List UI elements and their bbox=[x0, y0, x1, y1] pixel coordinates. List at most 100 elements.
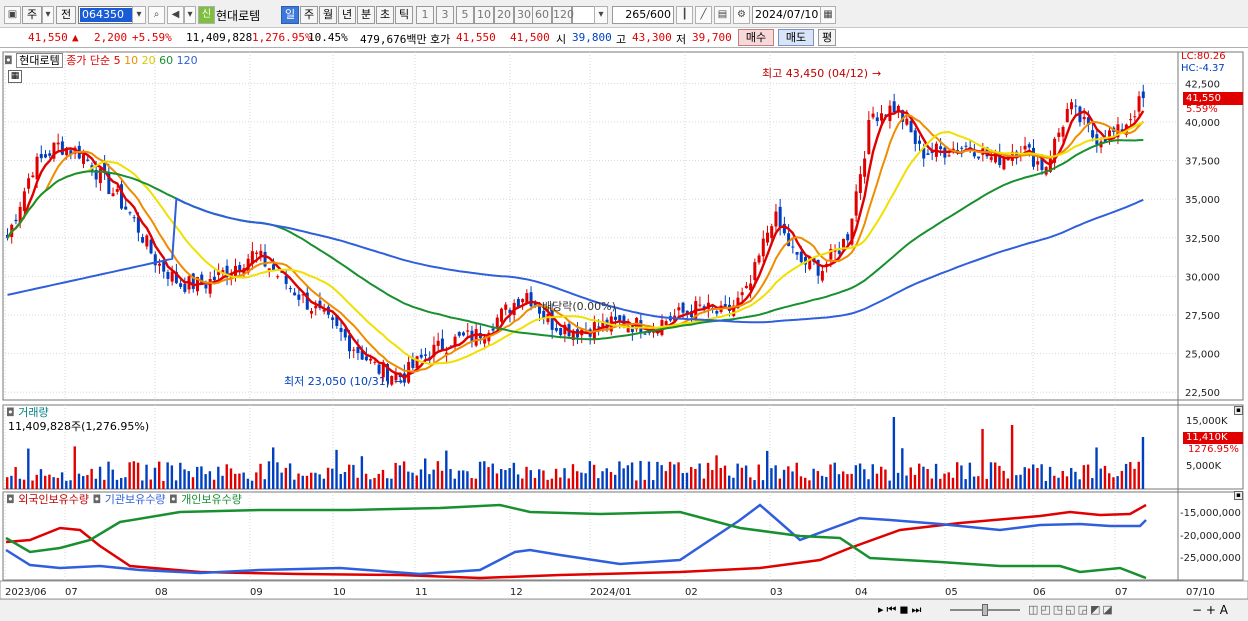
window-icon[interactable]: ▣ bbox=[4, 6, 21, 24]
volume-bar bbox=[1027, 468, 1031, 489]
search-icon[interactable]: ⌕ bbox=[148, 6, 165, 24]
volume-bar bbox=[782, 469, 786, 489]
volume-bar bbox=[1023, 467, 1026, 489]
eval-button[interactable]: 평 bbox=[818, 29, 836, 46]
period-1[interactable]: 1 bbox=[416, 6, 434, 24]
legend-ma20[interactable]: 20 bbox=[142, 54, 156, 67]
tab-월[interactable]: 월 bbox=[319, 6, 337, 24]
volume-bar bbox=[799, 476, 803, 489]
volume-bar bbox=[905, 475, 908, 489]
period-dropdown-icon[interactable]: ▾ bbox=[594, 6, 608, 24]
candle-body bbox=[964, 145, 968, 147]
candle-body bbox=[744, 285, 748, 289]
save-icon[interactable]: ▤ bbox=[714, 6, 731, 24]
scroll-controls[interactable]: ▸⏮◼⏭ bbox=[878, 603, 924, 617]
candle-body bbox=[1141, 91, 1145, 99]
chart-type-icon[interactable]: ┃ bbox=[676, 6, 693, 24]
count-field[interactable]: 265/600 bbox=[612, 6, 674, 24]
candle-body bbox=[521, 299, 525, 303]
zoom-buttons[interactable]: − + A bbox=[1192, 603, 1228, 617]
price-legend: ◘ 현대로템 종가 단순 5 10 20 60 120 bbox=[4, 52, 198, 68]
tab-분[interactable]: 분 bbox=[357, 6, 375, 24]
calendar-icon[interactable]: ▦ bbox=[820, 6, 836, 24]
tab-주[interactable]: 주 bbox=[300, 6, 318, 24]
volume-bar bbox=[804, 477, 807, 489]
speaker-dropdown-icon[interactable]: ▾ bbox=[184, 6, 196, 24]
stock-chart[interactable]: →→ 42,50040,00037,50035,00032,50030,0002… bbox=[0, 49, 1248, 621]
holding-tick: -25,000,000 bbox=[1180, 553, 1241, 564]
legend-individual[interactable]: 개인보유수량 bbox=[181, 493, 242, 506]
x-tick: 07 bbox=[1115, 587, 1128, 598]
volume-bar bbox=[685, 472, 689, 489]
tab-일[interactable]: 일 bbox=[281, 6, 299, 24]
legend-institution[interactable]: 기관보유수량 bbox=[105, 493, 166, 506]
holding-panel-close-icon[interactable]: ▪ bbox=[1234, 491, 1243, 500]
ask-price: 41,550 bbox=[456, 31, 496, 44]
panel-stock-name[interactable]: 현대로템 bbox=[16, 53, 63, 68]
volume-bar bbox=[639, 460, 642, 489]
period-3[interactable]: 3 bbox=[436, 6, 454, 24]
volume-bar bbox=[592, 464, 596, 489]
zoom-slider-handle[interactable] bbox=[982, 604, 988, 616]
volume-bar bbox=[1036, 468, 1039, 489]
period-20[interactable]: 20 bbox=[494, 6, 514, 24]
volume-tick: 15,000K bbox=[1186, 416, 1228, 427]
period-5[interactable]: 5 bbox=[456, 6, 474, 24]
volume-bar bbox=[377, 473, 380, 489]
volume-bar bbox=[457, 470, 461, 489]
candle-body bbox=[27, 178, 31, 189]
candle-body bbox=[559, 327, 563, 336]
volume-bar bbox=[795, 462, 798, 489]
volume-bar bbox=[187, 471, 190, 489]
speaker-icon[interactable]: ◀ bbox=[167, 6, 184, 24]
volume-bar bbox=[1010, 425, 1014, 489]
volume-bar bbox=[951, 477, 955, 489]
volume-bar bbox=[305, 475, 309, 489]
tool-icons[interactable]: ◫◰◳◱◲◩◪ bbox=[1028, 603, 1115, 616]
sell-button[interactable]: 매도 bbox=[778, 29, 814, 46]
volume-panel-close-icon[interactable]: ▪ bbox=[1234, 406, 1243, 415]
volume-bar bbox=[770, 468, 773, 489]
volume-bar bbox=[52, 477, 55, 489]
volume-bar bbox=[419, 469, 423, 489]
type-select[interactable]: 주 bbox=[22, 6, 42, 24]
volume-bar bbox=[744, 465, 748, 489]
period-60[interactable]: 60 bbox=[532, 6, 552, 24]
volume-bar bbox=[103, 479, 106, 489]
change-pct: +5.59% bbox=[132, 31, 172, 44]
candle-body bbox=[14, 219, 18, 222]
buy-button[interactable]: 매수 bbox=[738, 29, 774, 46]
tab-년[interactable]: 년 bbox=[338, 6, 356, 24]
tab-초[interactable]: 초 bbox=[376, 6, 394, 24]
period-30[interactable]: 30 bbox=[514, 6, 534, 24]
volume-bar bbox=[18, 478, 22, 489]
volume-bar bbox=[411, 472, 414, 489]
legend-ma60[interactable]: 60 bbox=[159, 54, 173, 67]
panel-menu-icon[interactable]: ▦ bbox=[8, 70, 22, 83]
volume-bar bbox=[196, 466, 199, 489]
draw-icon[interactable]: ╱ bbox=[695, 6, 712, 24]
volume-bar bbox=[132, 461, 136, 489]
chevron-down-icon[interactable]: ▾ bbox=[42, 6, 54, 24]
code-dropdown-icon[interactable]: ▾ bbox=[132, 6, 146, 24]
period-10[interactable]: 10 bbox=[474, 6, 494, 24]
legend-ma10[interactable]: 10 bbox=[124, 54, 138, 67]
volume-bar bbox=[825, 476, 828, 489]
volume-bar bbox=[618, 461, 621, 489]
gear-icon[interactable]: ⚙ bbox=[733, 6, 750, 24]
price-tick: 32,500 bbox=[1185, 234, 1220, 245]
volume-bar bbox=[550, 478, 554, 489]
legend-ma5[interactable]: 5 bbox=[114, 54, 121, 67]
candle-body bbox=[183, 283, 187, 292]
tab-틱[interactable]: 틱 bbox=[395, 6, 413, 24]
legend-foreign[interactable]: 외국인보유수량 bbox=[18, 493, 89, 506]
candle-body bbox=[158, 263, 161, 266]
prev-button[interactable]: 전 bbox=[56, 6, 76, 24]
legend-ma120[interactable]: 120 bbox=[177, 54, 198, 67]
volume-bar bbox=[364, 473, 368, 489]
volume-bar bbox=[812, 468, 815, 489]
current-pct-tag: 5.59% bbox=[1186, 104, 1218, 115]
volume-bar bbox=[1048, 466, 1052, 489]
candle-body bbox=[1082, 117, 1086, 120]
period-120[interactable]: 120 bbox=[552, 6, 574, 24]
